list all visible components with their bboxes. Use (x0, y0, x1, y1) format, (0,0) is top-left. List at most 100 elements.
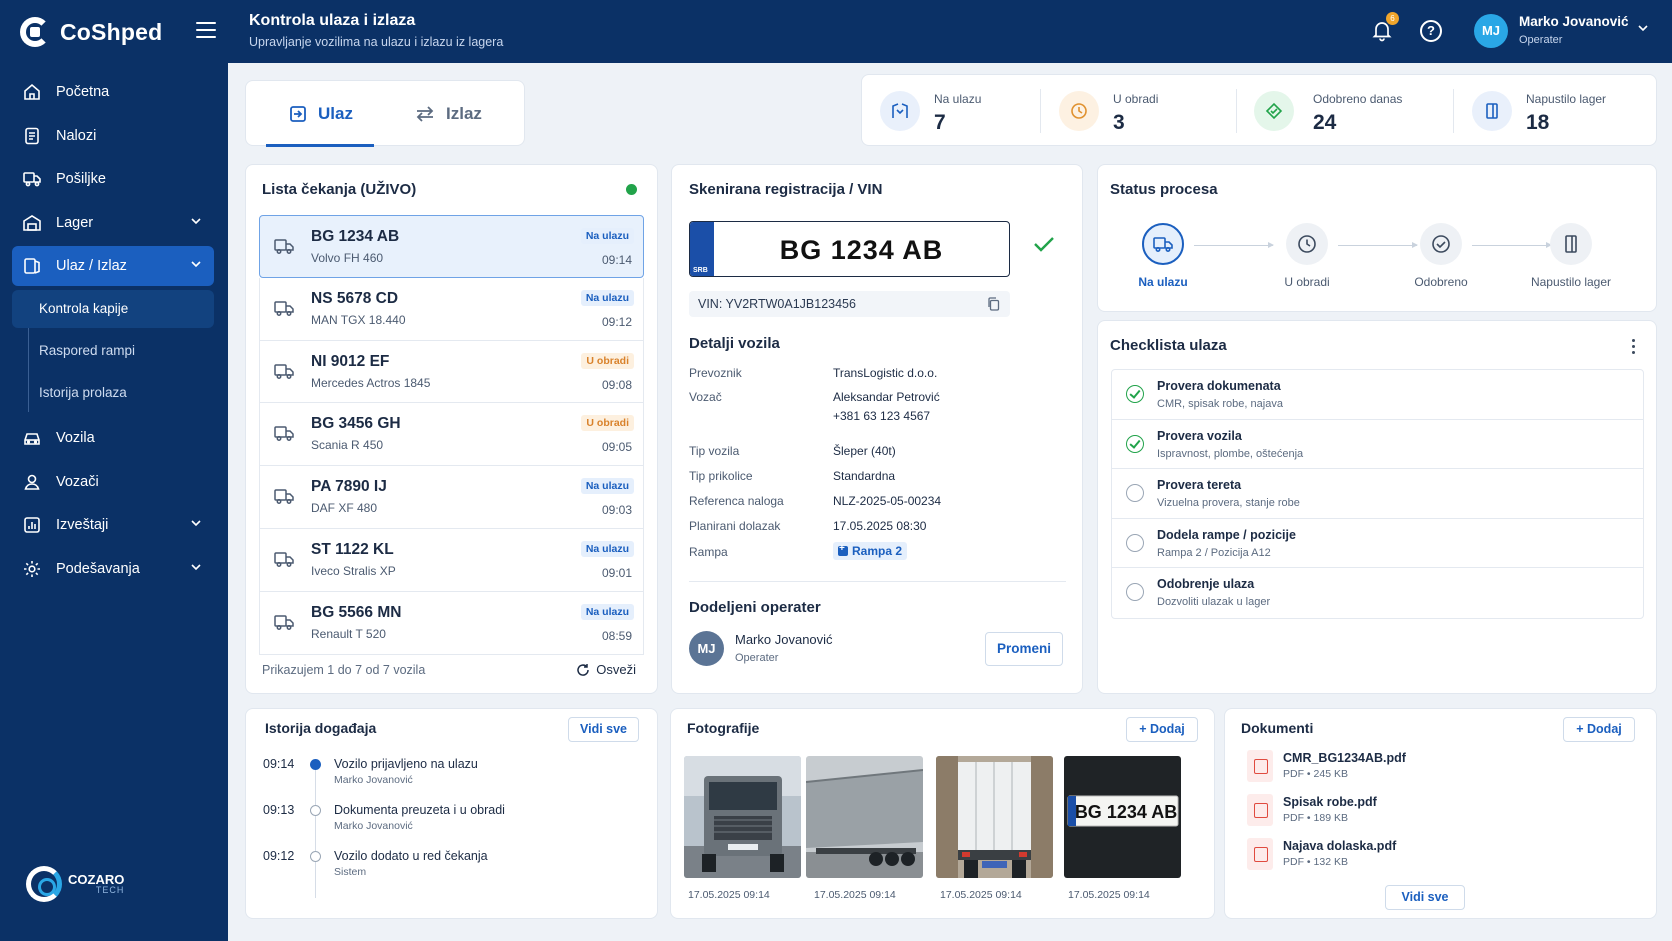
queue-time: 09:01 (601, 565, 632, 580)
operator-avatar: MJ (689, 631, 724, 666)
process-step-napustilo-lager: Napustilo lager (1511, 223, 1631, 289)
sidebar-item-posiljke[interactable]: Pošiljke (12, 159, 214, 199)
truck-icon (274, 552, 294, 567)
sidebar-item-lager[interactable]: Lager (12, 203, 214, 243)
user-avatar[interactable]: MJ (1474, 14, 1508, 48)
document-name[interactable]: Najava dolaska.pdf (1283, 839, 1396, 853)
subnav-item-istorija-prolaza[interactable]: Istorija prolaza (12, 374, 214, 412)
subnav-ulaz-izlaz: Kontrola kapije Raspored rampi Istorija … (12, 289, 214, 412)
more-options-icon[interactable] (1632, 339, 1636, 357)
sidebar-item-vozila[interactable]: Vozila (12, 418, 214, 458)
queue-row[interactable]: PA 7890 IJ DAF XF 480 Na ulazu 09:03 (259, 466, 644, 529)
checklist-item[interactable]: Provera tereta Vizuelna provera, stanje r… (1112, 469, 1643, 519)
queue-plate: NS 5678 CD (311, 289, 399, 307)
queue-row[interactable]: BG 1234 AB Volvo FH 460 Na ulazu 09:14 (259, 215, 644, 278)
waiting-list: BG 1234 AB Volvo FH 460 Na ulazu 09:14 NS 56… (259, 215, 644, 655)
check-circle-icon[interactable] (1126, 434, 1144, 453)
empty-circle-icon[interactable] (1126, 533, 1144, 552)
checklist-item[interactable]: Provera dokumenata CMR, spisak robe, naja… (1112, 370, 1643, 420)
photo-thumbnail[interactable]: BG 1234 AB (1064, 756, 1181, 878)
help-icon[interactable]: ? (1420, 20, 1442, 42)
queue-row[interactable]: BG 3456 GH Scania R 450 U obradi 09:05 (259, 403, 644, 467)
sidebar-item-label: Lager (56, 214, 94, 231)
status-badge: U obradi (581, 352, 634, 369)
sidebar-item-izvestaji[interactable]: Izveštaji (12, 505, 214, 545)
sidebar-item-nalozi[interactable]: Nalozi (12, 116, 214, 156)
checklist-item[interactable]: Dodela rampe / pozicije Rampa 2 / Pozicij… (1112, 519, 1643, 568)
brand[interactable]: CoShped (20, 14, 162, 50)
queue-row[interactable]: BG 5566 MN Renault T 520 Na ulazu 08:59 (259, 591, 644, 655)
refresh-label: Osveži (596, 662, 636, 677)
change-operator-button[interactable]: Promeni (985, 632, 1063, 666)
ramp-icon (838, 543, 848, 556)
sidebar-item-ulaz-izlaz[interactable]: Ulaz / Izlaz (12, 246, 214, 287)
queue-time: 09:14 (601, 253, 632, 267)
checklist-item-title: Odobrenje ulaza (1157, 577, 1255, 591)
event-title: Vozilo dodato u red čekanja (334, 849, 488, 863)
truck-icon (274, 489, 294, 505)
empty-circle-icon[interactable] (1126, 583, 1144, 601)
user-role: Operater (1519, 34, 1563, 46)
direction-tabs: Ulaz Izlaz (245, 80, 525, 147)
subnav-item-raspored-rampi[interactable]: Raspored rampi (12, 332, 214, 370)
tab-izlaz[interactable]: Izlaz (414, 81, 482, 147)
stat-label: Napustilo lager (1526, 92, 1607, 106)
document-meta: PDF • 132 KB (1283, 856, 1348, 868)
step-label: Napustilo lager (1530, 275, 1612, 289)
swap-arrows-icon (416, 106, 434, 122)
stat-value: 3 (1113, 111, 1125, 134)
subnav-item-kontrola-kapije[interactable]: Kontrola kapije (12, 289, 214, 328)
document-name[interactable]: Spisak robe.pdf (1283, 795, 1377, 809)
sidebar-item-vozaci[interactable]: Vozači (12, 462, 214, 502)
documents-see-all-button[interactable]: Vidi sve (1385, 885, 1465, 910)
queue-row[interactable]: NI 9012 EF Mercedes Actros 1845 U obradi 09… (259, 340, 644, 404)
sidebar-item-pocetna[interactable]: Početna (12, 72, 214, 112)
status-badge: Na ulazu (580, 228, 634, 244)
queue-row[interactable]: ST 1122 KL Iveco Stralis XP Na ulazu 09:01 (259, 528, 644, 592)
queue-model: Mercedes Actros 1845 (311, 375, 431, 390)
queue-plate: PA 7890 IJ (311, 478, 387, 496)
timeline-dot (310, 805, 321, 816)
operator-role: Operater (735, 652, 779, 664)
queue-row[interactable]: NS 5678 CD MAN TGX 18.440 Na ulazu 09:12 (259, 277, 644, 341)
clock-icon (1059, 91, 1099, 131)
document-meta: PDF • 189 KB (1283, 812, 1348, 824)
documents-card: Dokumenti + Dodaj CMR_BG1234AB.pdf PDF • … (1224, 708, 1657, 919)
photo-thumbnail[interactable] (936, 756, 1053, 878)
document-name[interactable]: CMR_BG1234AB.pdf (1283, 751, 1406, 765)
detail-value: Šleper (40t) (833, 444, 896, 458)
photo-thumbnail[interactable] (806, 756, 923, 878)
menu-toggle-icon[interactable] (196, 22, 216, 38)
cozaro-brand-sub: TECH (95, 885, 125, 895)
sidebar-item-label: Vozila (56, 429, 95, 446)
check-circle-icon (1420, 223, 1462, 265)
detail-label: Prevoznik (689, 366, 742, 380)
history-see-all-button[interactable]: Vidi sve (568, 717, 639, 742)
detail-label: Tip prikolice (689, 469, 753, 483)
tab-label: Izlaz (446, 104, 482, 123)
refresh-button[interactable]: Osveži (576, 662, 636, 677)
checklist-item-title: Provera dokumenata (1157, 379, 1281, 393)
checklist-item[interactable]: Odobrenje ulaza Dozvoliti ulazak u lager (1112, 568, 1643, 618)
event-history-card: Istorija događaja Vidi sve 09:14 Vozilo p… (245, 708, 658, 919)
stat-label: U obradi (1113, 92, 1159, 106)
checklist-item-title: Dodela rampe / pozicije (1157, 527, 1296, 542)
check-circle-icon[interactable] (1126, 385, 1144, 403)
add-photo-button[interactable]: + Dodaj (1126, 717, 1198, 742)
checklist-item[interactable]: Provera vozila Ispravnost, plombe, ošteće… (1112, 420, 1643, 469)
chevron-down-icon[interactable] (1637, 22, 1649, 34)
queue-time: 08:59 (601, 628, 632, 643)
tab-ulaz[interactable]: Ulaz (288, 81, 353, 147)
user-name[interactable]: Marko Jovanović (1519, 14, 1629, 29)
operator-name: Marko Jovanović (735, 632, 833, 647)
license-plate: SRB BG 1234 AB (689, 221, 1010, 277)
active-tab-indicator (266, 144, 374, 147)
empty-circle-icon[interactable] (1126, 484, 1144, 502)
gate-icon (22, 256, 42, 276)
sidebar-item-podesavanja[interactable]: Podešavanja (12, 549, 214, 589)
stat-divider (1040, 89, 1041, 133)
photo-date: 17.05.2025 09:14 (1068, 889, 1150, 901)
photo-thumbnail[interactable] (684, 756, 801, 878)
copy-icon[interactable] (987, 297, 1000, 311)
add-document-button[interactable]: + Dodaj (1563, 717, 1635, 742)
